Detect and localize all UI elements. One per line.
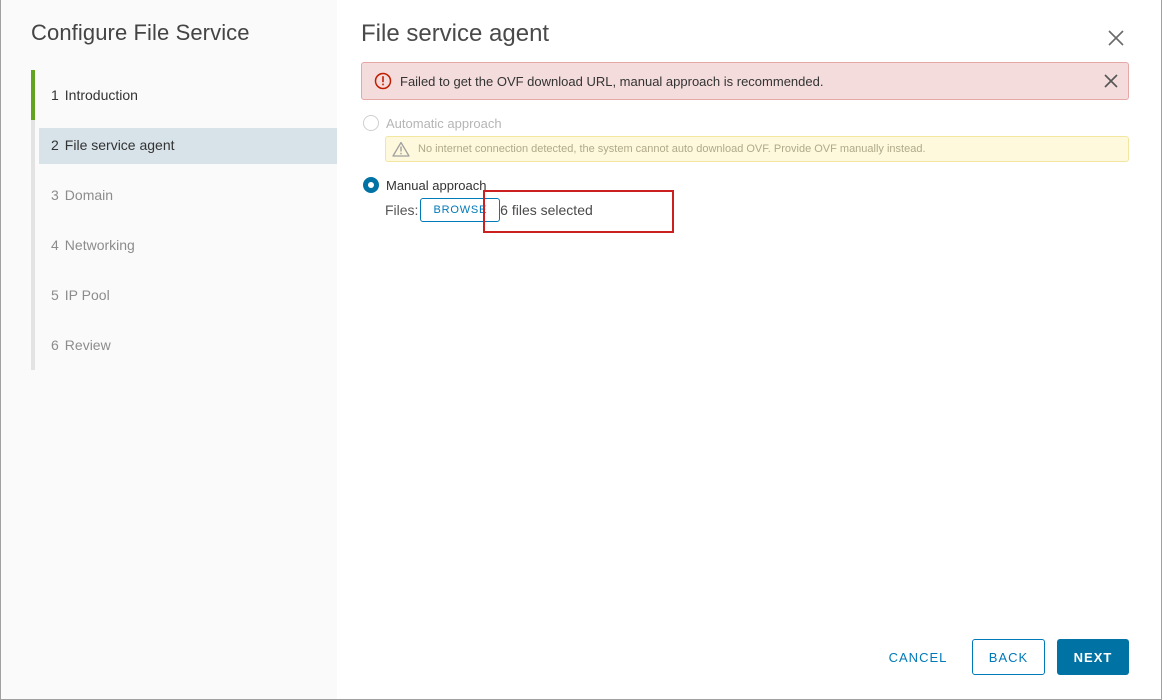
back-button[interactable]: BACK (972, 639, 1045, 675)
step-number: 6 (51, 337, 59, 353)
warning-alert-text: No internet connection detected, the sys… (418, 143, 926, 155)
warning-icon (392, 141, 410, 157)
wizard-sidebar: Configure File Service 1 Introduction 2 Fi… (1, 0, 337, 699)
step-number: 4 (51, 237, 59, 253)
error-alert: Failed to get the OVF download URL, manu… (361, 62, 1129, 100)
step-number: 3 (51, 187, 59, 203)
error-alert-text: Failed to get the OVF download URL, manu… (400, 73, 824, 89)
step-number: 1 (51, 87, 59, 103)
manual-approach-label: Manual approach (386, 177, 487, 193)
step-number: 5 (51, 287, 59, 303)
manual-approach-option[interactable]: Manual approach (363, 177, 486, 193)
step-domain: 3 Domain (35, 170, 337, 220)
wizard-content: File service agent Failed to get the OVF… (337, 0, 1161, 699)
automatic-approach-label: Automatic approach (386, 115, 502, 131)
step-number: 2 (51, 137, 59, 153)
warning-alert: No internet connection detected, the sys… (385, 136, 1129, 162)
wizard-title: Configure File Service (31, 20, 250, 45)
automatic-approach-radio (363, 115, 379, 131)
page-title: File service agent (361, 20, 550, 47)
cancel-button[interactable]: CANCEL (877, 639, 959, 675)
wizard-steps: 1 Introduction 2 File service agent 3 Domai… (31, 70, 337, 370)
step-file-service-agent[interactable]: 2 File service agent (35, 120, 337, 170)
step-label: Domain (64, 187, 114, 203)
files-label: Files: (385, 202, 419, 218)
automatic-approach-option: Automatic approach (363, 115, 502, 131)
browse-button[interactable]: BROWSE (420, 198, 501, 222)
manual-approach-radio[interactable] (363, 177, 379, 193)
step-review: 6 Review (35, 320, 337, 370)
files-selected-status: 6 files selected (500, 202, 593, 218)
close-icon[interactable] (1107, 29, 1125, 47)
step-label: Introduction (64, 87, 138, 103)
next-button[interactable]: NEXT (1057, 639, 1129, 675)
step-introduction[interactable]: 1 Introduction (31, 70, 337, 120)
files-field: Files: BROWSE 6 files selected (385, 198, 593, 222)
step-label: File service agent (64, 137, 175, 153)
step-ip-pool: 5 IP Pool (35, 270, 337, 320)
step-label: Networking (64, 237, 135, 253)
step-networking: 4 Networking (35, 220, 337, 270)
close-icon[interactable] (1102, 72, 1120, 90)
step-label: Review (64, 337, 111, 353)
step-label: IP Pool (64, 287, 110, 303)
error-icon (374, 72, 392, 90)
